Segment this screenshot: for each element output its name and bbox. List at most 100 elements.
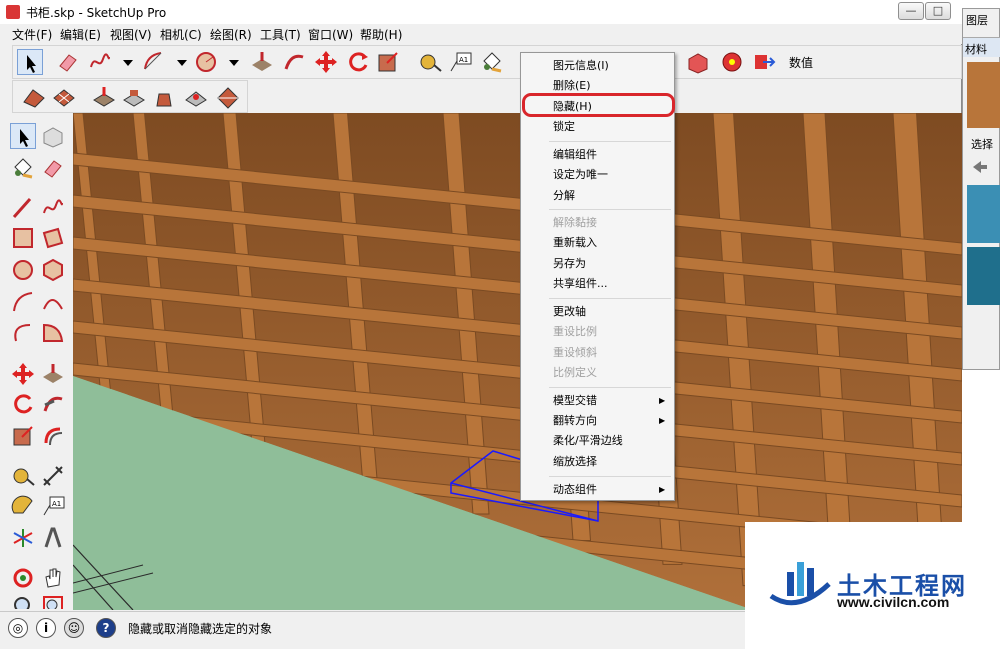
select-arrow-icon[interactable] (10, 123, 36, 149)
select-tab[interactable]: 选择 (971, 136, 993, 152)
chevron-down-icon[interactable] (169, 49, 187, 75)
zoom-icon[interactable] (10, 593, 36, 609)
menu-draw[interactable]: 绘图(R) (210, 26, 252, 43)
geolocation-icon[interactable]: ◎ (8, 618, 28, 638)
protractor-icon[interactable] (10, 493, 36, 519)
menu-flip-along[interactable]: 翻转方向 (553, 414, 597, 428)
two-point-arc-icon[interactable] (40, 289, 66, 315)
water-material-swatch[interactable] (967, 247, 1000, 305)
sketchup-app-icon (6, 5, 20, 19)
tape-measure-icon[interactable] (417, 49, 443, 75)
stamp-icon[interactable] (121, 84, 147, 110)
menu-zoom-selection[interactable]: 缩放选择 (553, 455, 597, 469)
tape-measure-icon[interactable] (10, 463, 36, 489)
credits-icon[interactable]: i (36, 618, 56, 638)
menu-change-axes[interactable]: 更改轴 (553, 305, 586, 319)
line-pencil-icon[interactable] (10, 195, 36, 221)
sandbox-from-contours-icon[interactable] (21, 84, 47, 110)
menu-share-component[interactable]: 共享组件... (553, 277, 608, 291)
zoom-window-icon[interactable] (40, 593, 66, 609)
rotated-rectangle-icon[interactable] (40, 225, 66, 251)
large-tool-set: A1 (6, 121, 72, 610)
circle-icon[interactable] (193, 49, 219, 75)
follow-me-icon[interactable] (281, 49, 307, 75)
rotate-icon[interactable] (10, 391, 36, 417)
move-icon[interactable] (10, 361, 36, 387)
rectangle-icon[interactable] (10, 225, 36, 251)
flip-edge-icon[interactable] (215, 84, 241, 110)
follow-me-icon[interactable] (40, 391, 66, 417)
scale-icon[interactable] (10, 423, 36, 449)
menu-dynamic-components[interactable]: 动态组件 (553, 483, 597, 497)
axes-icon[interactable] (10, 525, 36, 551)
scale-icon[interactable] (375, 49, 401, 75)
component-settings-icon[interactable] (719, 49, 745, 75)
menu-intersect-faces[interactable]: 模型交错 (553, 394, 597, 408)
user-account-icon[interactable]: ☺ (64, 618, 84, 638)
eraser-icon[interactable] (55, 49, 81, 75)
freehand-icon[interactable] (87, 49, 113, 75)
3d-text-icon[interactable] (40, 525, 66, 551)
materials-header[interactable]: 材料 (963, 37, 1000, 57)
three-point-arc-icon[interactable] (10, 319, 36, 345)
menu-camera[interactable]: 相机(C) (160, 26, 202, 43)
text-tool-icon[interactable]: A1 (447, 49, 473, 75)
minimize-button[interactable]: — (898, 2, 924, 20)
menu-separator (549, 298, 671, 299)
menu-edit[interactable]: 编辑(E) (60, 26, 101, 43)
make-component-icon[interactable] (40, 123, 66, 149)
menu-lock[interactable]: 锁定 (553, 120, 575, 134)
arc-icon[interactable] (10, 289, 36, 315)
paint-bucket-icon[interactable] (10, 155, 36, 181)
menu-view[interactable]: 视图(V) (110, 26, 152, 43)
add-detail-icon[interactable] (183, 84, 209, 110)
smoove-icon[interactable] (91, 84, 117, 110)
svg-text:A1: A1 (459, 56, 468, 64)
arc-icon[interactable] (141, 49, 167, 75)
submenu-arrow-icon: ▶ (659, 416, 666, 425)
freehand-icon[interactable] (40, 195, 66, 221)
paint-bucket-icon[interactable] (479, 49, 505, 75)
menu-delete[interactable]: 删除(E) (553, 79, 591, 93)
menu-edit-component[interactable]: 编辑组件 (553, 148, 597, 162)
context-menu: 图元信息(I) 删除(E) 隐藏(H) 锁定 编辑组件 设定为唯一 分解 解除黏… (520, 52, 675, 501)
eraser-icon[interactable] (40, 155, 66, 181)
menu-explode[interactable]: 分解 (553, 189, 575, 203)
dimension-icon[interactable] (40, 463, 66, 489)
sandbox-toolbar (12, 80, 248, 113)
polygon-icon[interactable] (40, 257, 66, 283)
back-arrow-icon[interactable] (971, 159, 1000, 175)
menu-soften-edges[interactable]: 柔化/平滑边线 (553, 434, 623, 448)
menu-entity-info[interactable]: 图元信息(I) (553, 59, 609, 73)
drape-icon[interactable] (151, 84, 177, 110)
menu-tools[interactable]: 工具(T) (260, 26, 301, 43)
circle-icon[interactable] (10, 257, 36, 283)
pan-hand-icon[interactable] (40, 565, 66, 591)
menu-reset-scale: 重设比例 (553, 325, 597, 338)
orbit-icon[interactable] (10, 565, 36, 591)
menu-file[interactable]: 文件(F) (12, 26, 52, 43)
help-icon[interactable]: ? (96, 618, 116, 638)
export-icon[interactable] (751, 49, 777, 75)
offset-icon[interactable] (40, 423, 66, 449)
maximize-button[interactable]: □ (925, 2, 951, 20)
push-pull-icon[interactable] (40, 361, 66, 387)
pie-icon[interactable] (40, 319, 66, 345)
menu-help[interactable]: 帮助(H) (360, 26, 402, 43)
move-icon[interactable] (313, 49, 339, 75)
menu-save-as[interactable]: 另存为 (553, 257, 586, 271)
component-icon[interactable] (685, 49, 711, 75)
water-material-swatch[interactable] (967, 185, 1000, 243)
menu-make-unique[interactable]: 设定为唯一 (553, 168, 608, 182)
layers-tab[interactable]: 图层 (966, 12, 988, 28)
sandbox-from-scratch-icon[interactable] (51, 84, 77, 110)
chevron-down-icon[interactable] (221, 49, 239, 75)
select-tool-icon[interactable] (17, 49, 43, 75)
text-tool-icon[interactable]: A1 (40, 493, 66, 519)
rotate-icon[interactable] (345, 49, 371, 75)
menu-reload[interactable]: 重新载入 (553, 236, 597, 250)
watermark-url: www.civilcn.com (837, 594, 950, 610)
menu-window[interactable]: 窗口(W) (308, 26, 353, 43)
push-pull-icon[interactable] (249, 49, 275, 75)
chevron-down-icon[interactable] (115, 49, 133, 75)
